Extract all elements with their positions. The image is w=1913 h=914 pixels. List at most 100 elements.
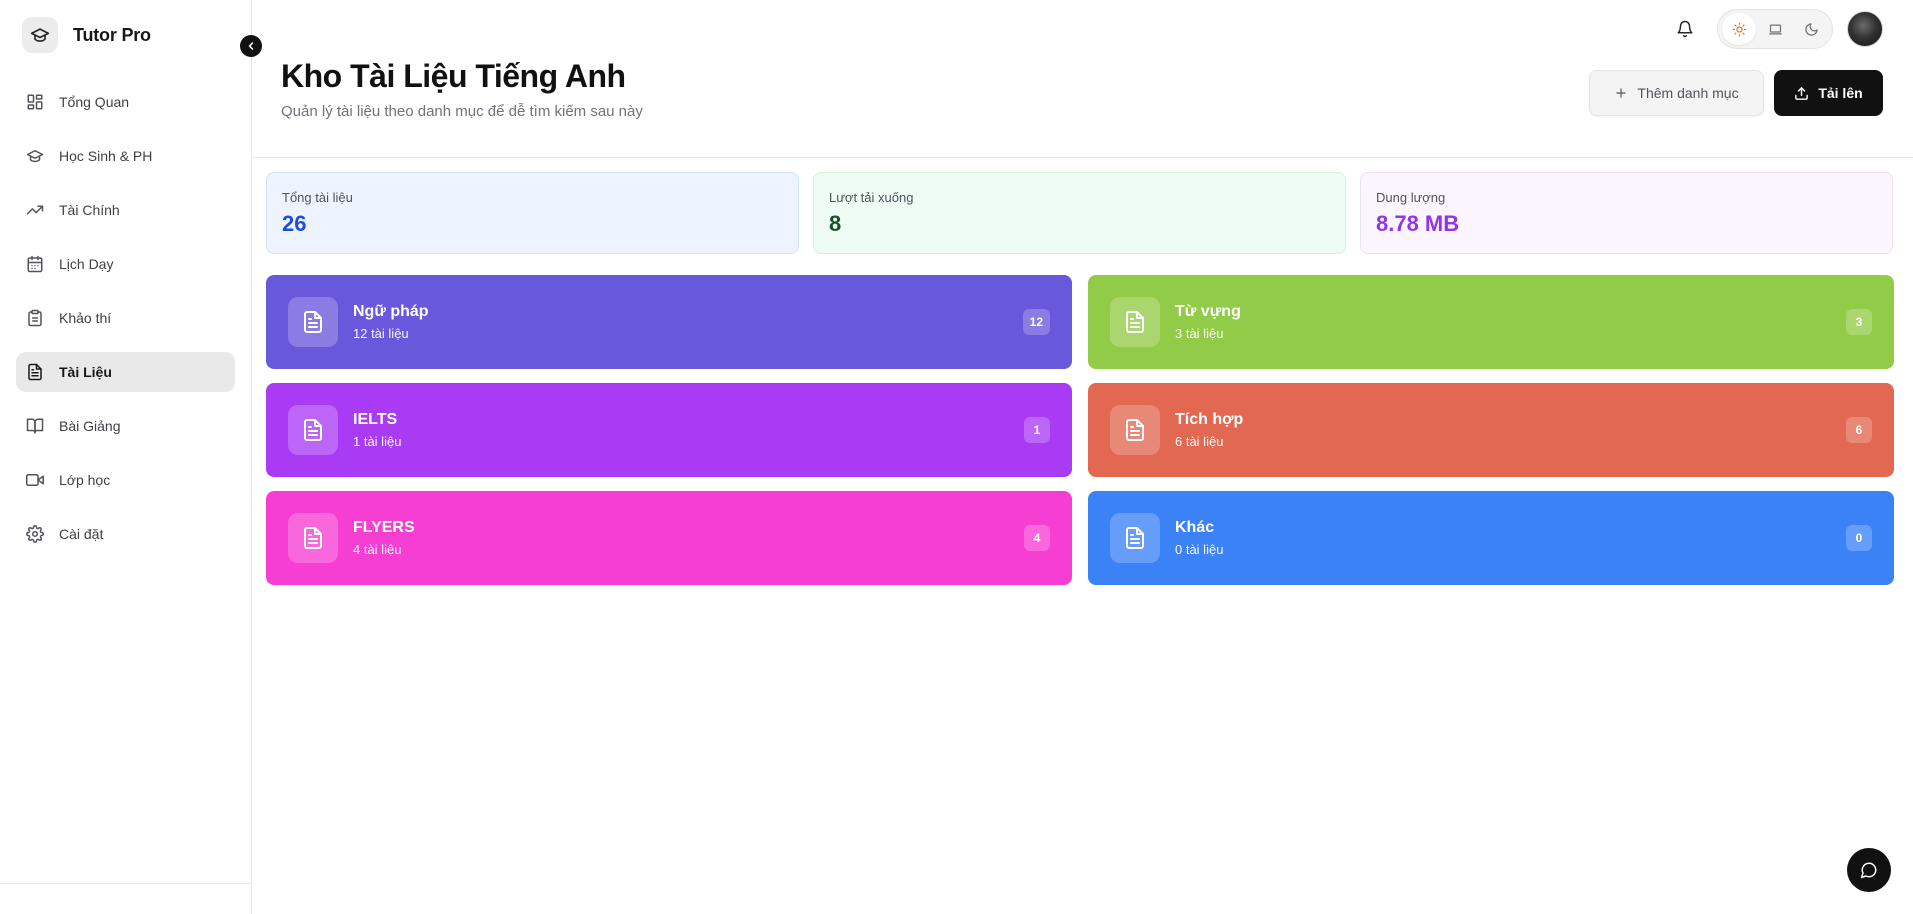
category-text: Khác 0 tài liệu: [1175, 519, 1223, 557]
category-count: 12 tài liệu: [353, 326, 409, 341]
sidebar-item-label: Cài đặt: [59, 526, 104, 542]
file-text-icon: [1110, 513, 1160, 563]
category-text: IELTS 1 tài liệu: [353, 411, 401, 449]
category-name: Khác: [1175, 519, 1215, 536]
sidebar-footer-divider: [0, 883, 252, 884]
graduation-cap-icon: [26, 147, 44, 165]
sidebar-item-label: Bài Giảng: [59, 418, 121, 434]
sidebar-item-label: Lịch Dạy: [59, 256, 114, 272]
dashboard-icon: [26, 93, 44, 111]
category-text: Từ vựng 3 tài liệu: [1175, 303, 1241, 341]
theme-system-button[interactable]: [1758, 13, 1792, 45]
stat-value: 8: [829, 211, 842, 236]
calendar-icon: [26, 255, 44, 273]
stat-value: 26: [282, 211, 307, 236]
sidebar-item-label: Tổng Quan: [59, 94, 130, 110]
sidebar-item-label: Tài Liệu: [59, 364, 112, 380]
sidebar-item-lich-day[interactable]: Lịch Dạy: [16, 244, 235, 284]
add-category-button[interactable]: Thêm danh mục: [1589, 70, 1764, 116]
sidebar-item-tai-lieu[interactable]: Tài Liệu: [16, 352, 235, 392]
theme-dark-button[interactable]: [1794, 13, 1828, 45]
sun-icon: [1732, 22, 1746, 36]
chat-button[interactable]: [1847, 848, 1891, 892]
sidebar-item-bai-giang[interactable]: Bài Giảng: [16, 406, 235, 446]
stat-card-downloads: Lượt tải xuống 8: [813, 172, 1346, 254]
category-count: 4 tài liệu: [353, 542, 402, 557]
page-subtitle: Quản lý tài liệu theo danh mục để dễ tìm…: [281, 103, 643, 120]
clipboard-icon: [26, 309, 44, 327]
file-text-icon: [26, 363, 44, 381]
laptop-icon: [1768, 24, 1782, 34]
stats-row: Tổng tài liệu 26 Lượt tải xuống 8 Dung l…: [266, 172, 1893, 254]
sidebar-item-cai-dat[interactable]: Cài đặt: [16, 514, 235, 554]
category-badge: 3: [1846, 309, 1872, 335]
category-grid: Ngữ pháp 12 tài liệu 12 Từ vựng 3 tài liệu 3 I…: [266, 275, 1894, 585]
book-open-icon: [26, 417, 44, 435]
plus-icon: [1616, 88, 1627, 98]
category-card[interactable]: IELTS 1 tài liệu 1: [266, 383, 1072, 477]
file-text-icon: [288, 297, 338, 347]
upload-button[interactable]: Tải lên: [1774, 70, 1883, 116]
graduation-cap-icon: [22, 17, 58, 53]
sidebar-collapse-button[interactable]: [240, 35, 262, 57]
category-card[interactable]: Tích hợp 6 tài liệu 6: [1088, 383, 1894, 477]
topbar-actions: [1667, 9, 1883, 49]
add-category-label: Thêm danh mục: [1637, 85, 1739, 101]
category-card[interactable]: Từ vựng 3 tài liệu 3: [1088, 275, 1894, 369]
category-count: 3 tài liệu: [1175, 326, 1224, 341]
category-name: Từ vựng: [1175, 303, 1241, 320]
category-name: Ngữ pháp: [353, 303, 429, 320]
sidebar-item-tong-quan[interactable]: Tổng Quan: [16, 82, 235, 122]
category-count: 6 tài liệu: [1175, 434, 1224, 449]
app-name: Tutor Pro: [73, 24, 151, 45]
category-text: Ngữ pháp 12 tài liệu: [353, 303, 429, 341]
sidebar-item-khao-thi[interactable]: Khảo thí: [16, 298, 235, 338]
category-badge: 4: [1024, 525, 1050, 551]
sidebar-item-hoc-sinh[interactable]: Học Sinh & PH: [16, 136, 235, 176]
category-count: 0 tài liệu: [1175, 542, 1224, 557]
stat-value: 8.78 MB: [1376, 211, 1460, 236]
stat-label: Dung lượng: [1376, 190, 1446, 205]
category-name: FLYERS: [353, 519, 415, 536]
upload-icon: [1795, 86, 1809, 100]
category-text: FLYERS 4 tài liệu: [353, 519, 415, 557]
header-divider: [253, 157, 1913, 158]
file-text-icon: [1110, 405, 1160, 455]
sidebar-item-lop-hoc[interactable]: Lớp học: [16, 460, 235, 500]
category-badge: 1: [1024, 417, 1050, 443]
video-icon: [26, 471, 44, 489]
trending-up-icon: [26, 201, 44, 219]
brand[interactable]: Tutor Pro: [22, 17, 151, 53]
category-text: Tích hợp 6 tài liệu: [1175, 411, 1243, 449]
category-count: 1 tài liệu: [353, 434, 402, 449]
sidebar-item-label: Khảo thí: [59, 310, 112, 326]
settings-icon: [26, 525, 44, 543]
file-text-icon: [1110, 297, 1160, 347]
avatar[interactable]: [1847, 11, 1883, 47]
notifications-button[interactable]: [1667, 11, 1703, 47]
stat-label: Tổng tài liệu: [282, 190, 353, 205]
upload-label: Tải lên: [1818, 85, 1863, 101]
moon-icon: [1804, 22, 1818, 36]
category-card[interactable]: Khác 0 tài liệu 0: [1088, 491, 1894, 585]
file-text-icon: [288, 513, 338, 563]
category-name: Tích hợp: [1175, 411, 1244, 428]
stat-card-storage: Dung lượng 8.78 MB: [1360, 172, 1893, 254]
category-badge: 12: [1022, 309, 1050, 335]
sidebar-item-label: Học Sinh & PH: [59, 148, 153, 164]
sidebar: Tutor Pro Tổng Quan Học Sinh & PH Tài Ch…: [0, 0, 252, 914]
stat-label: Lượt tải xuống: [829, 190, 914, 205]
theme-light-button[interactable]: [1722, 13, 1756, 45]
header-actions: Thêm danh mục Tải lên: [1589, 70, 1883, 116]
theme-toggle: [1717, 9, 1833, 49]
category-badge: 0: [1846, 525, 1872, 551]
file-text-icon: [288, 405, 338, 455]
page-title: Kho Tài Liệu Tiếng Anh: [281, 58, 626, 94]
bell-icon: [1677, 20, 1693, 38]
sidebar-item-tai-chinh[interactable]: Tài Chính: [16, 190, 235, 230]
chevron-left-icon: [248, 42, 254, 50]
category-card[interactable]: FLYERS 4 tài liệu 4: [266, 491, 1072, 585]
sidebar-nav: Tổng Quan Học Sinh & PH Tài Chính Lịch D…: [16, 82, 235, 568]
sidebar-item-label: Tài Chính: [59, 202, 120, 218]
category-card[interactable]: Ngữ pháp 12 tài liệu 12: [266, 275, 1072, 369]
